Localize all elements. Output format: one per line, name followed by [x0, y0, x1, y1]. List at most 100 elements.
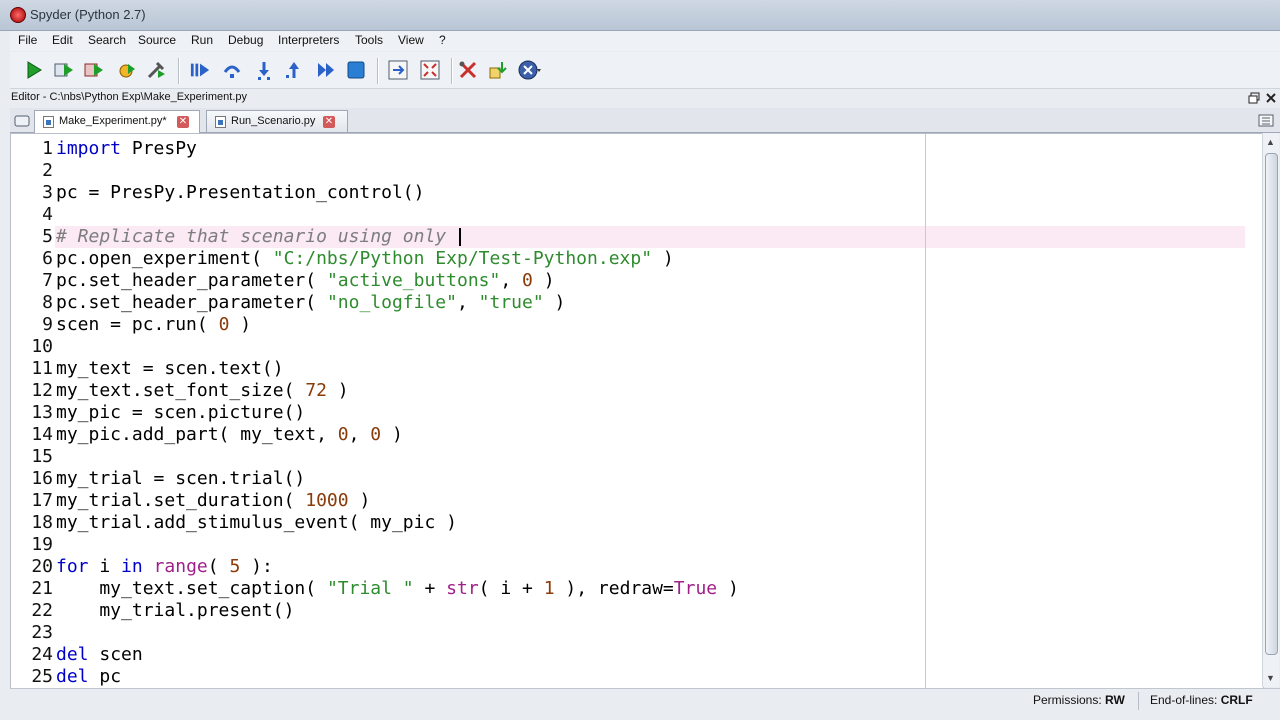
scroll-up-icon[interactable]: ▲: [1266, 137, 1275, 147]
continue-icon[interactable]: [316, 60, 336, 80]
step-over-icon[interactable]: [222, 60, 242, 80]
menu-view[interactable]: View: [398, 33, 424, 47]
tab-make-experiment[interactable]: Make_Experiment.py* ✕: [34, 110, 200, 133]
menu-run[interactable]: Run: [191, 33, 213, 47]
code-line[interactable]: 13 my_pic = scen.picture(): [11, 402, 305, 424]
browse-tabs-icon[interactable]: [14, 114, 30, 127]
code-text: pc.set_header_parameter( "no_logfile", "…: [56, 292, 566, 313]
run-selection-icon[interactable]: [54, 60, 74, 80]
menu-interpreters[interactable]: Interpreters: [278, 33, 339, 47]
close-tab-icon[interactable]: ✕: [323, 116, 335, 128]
line-number: 23: [31, 622, 53, 643]
toolbar-separator: [178, 58, 180, 84]
code-line[interactable]: 8 pc.set_header_parameter( "no_logfile", …: [11, 292, 565, 314]
options-menu-icon[interactable]: [1258, 114, 1274, 127]
code-line[interactable]: 5 # Replicate that scenario using only: [11, 226, 461, 248]
python-file-icon: [43, 116, 54, 128]
eol-status: End-of-lines: CRLF: [1150, 693, 1253, 707]
close-pane-icon[interactable]: [1265, 92, 1277, 104]
line-number: 21: [31, 578, 53, 599]
step-return-icon[interactable]: [284, 60, 304, 80]
main-toolbar: [10, 52, 1280, 89]
code-text: for i in range( 5 ):: [56, 556, 273, 577]
line-number: 25: [31, 666, 53, 687]
code-text: pc = PresPy.Presentation_control(): [56, 182, 425, 203]
run-config-icon[interactable]: [84, 60, 104, 80]
undock-icon[interactable]: [1248, 92, 1260, 104]
code-line[interactable]: 12 my_text.set_font_size( 72 ): [11, 380, 348, 402]
toolbar-separator: [451, 58, 453, 84]
stop-icon[interactable]: [346, 60, 366, 80]
code-line[interactable]: 21 my_text.set_caption( "Trial " + str( …: [11, 578, 739, 600]
menu-search[interactable]: Search: [88, 33, 126, 47]
text-cursor: [458, 228, 461, 246]
permissions-status: Permissions: RW: [1033, 693, 1125, 707]
code-line[interactable]: 25 del pc: [11, 666, 121, 688]
code-line[interactable]: 10: [11, 336, 56, 358]
code-line[interactable]: 17 my_trial.set_duration( 1000 ): [11, 490, 370, 512]
run-icon[interactable]: [24, 60, 44, 80]
line-number: 1: [42, 138, 53, 159]
code-line[interactable]: 3 pc = PresPy.Presentation_control(): [11, 182, 424, 204]
code-line[interactable]: 9 scen = pc.run( 0 ): [11, 314, 251, 336]
code-text: my_pic.add_part( my_text, 0, 0 ): [56, 424, 403, 445]
step-into-icon[interactable]: [254, 60, 274, 80]
tab-label: Make_Experiment.py*: [59, 115, 167, 127]
code-line[interactable]: 6 pc.open_experiment( "C:/nbs/Python Exp/…: [11, 248, 674, 270]
menu-file[interactable]: File: [18, 33, 37, 47]
menu-debug[interactable]: Debug: [228, 33, 263, 47]
menu-help[interactable]: ?: [439, 33, 446, 47]
tab-run-scenario[interactable]: Run_Scenario.py ✕: [206, 110, 348, 132]
line-number: 7: [42, 270, 53, 291]
code-text: del pc: [56, 666, 122, 687]
code-line[interactable]: 24 del scen: [11, 644, 143, 666]
code-line[interactable]: 18 my_trial.add_stimulus_event( my_pic ): [11, 512, 457, 534]
code-text: del scen: [56, 644, 143, 665]
code-line[interactable]: 15: [11, 446, 56, 468]
editor-tabs: Make_Experiment.py* ✕ Run_Scenario.py ✕: [10, 108, 1280, 133]
code-text: my_trial.present(): [56, 600, 295, 621]
code-text: scen = pc.run( 0 ): [56, 314, 252, 335]
menu-edit[interactable]: Edit: [52, 33, 73, 47]
close-all-icon[interactable]: [518, 60, 542, 80]
tools-icon[interactable]: [458, 60, 478, 80]
debug-continue-icon[interactable]: [190, 60, 210, 80]
status-bar: Permissions: RW End-of-lines: CRLF: [10, 688, 1280, 713]
code-line[interactable]: 7 pc.set_header_parameter( "active_button…: [11, 270, 554, 292]
code-line[interactable]: 16 my_trial = scen.trial(): [11, 468, 305, 490]
code-line[interactable]: 22 my_trial.present(): [11, 600, 294, 622]
code-line[interactable]: 11 my_text = scen.text(): [11, 358, 283, 380]
line-number: 12: [31, 380, 53, 401]
code-line[interactable]: 1 import PresPy: [11, 138, 197, 160]
editor-scrollbar[interactable]: ▲ ▼: [1262, 133, 1279, 687]
code-line[interactable]: 19: [11, 534, 56, 556]
python-path-icon[interactable]: [488, 60, 508, 80]
line-number: 16: [31, 468, 53, 489]
toolbar-separator: [377, 58, 379, 84]
close-tab-icon[interactable]: ✕: [177, 116, 189, 128]
code-line[interactable]: 2: [11, 160, 56, 182]
scroll-down-icon[interactable]: ▼: [1266, 673, 1275, 683]
indent-icon[interactable]: [388, 60, 408, 80]
line-number: 18: [31, 512, 53, 533]
line-number: 24: [31, 644, 53, 665]
edge-line: [925, 134, 926, 688]
debug-icon[interactable]: [116, 60, 136, 80]
menu-source[interactable]: Source: [138, 33, 176, 47]
code-editor[interactable]: 1 import PresPy 2 3 pc = PresPy.Presentation…: [10, 133, 1264, 689]
line-number: 2: [42, 160, 53, 181]
code-text: my_text.set_caption( "Trial " + str( i +…: [56, 578, 739, 599]
code-line[interactable]: 14 my_pic.add_part( my_text, 0, 0 ): [11, 424, 403, 446]
configure-icon[interactable]: [146, 60, 166, 80]
code-line[interactable]: 4: [11, 204, 56, 226]
editor-path: Editor - C:\nbs\Python Exp\Make_Experime…: [11, 91, 247, 103]
eol-label: End-of-lines:: [1150, 693, 1218, 707]
fullscreen-icon[interactable]: [420, 60, 440, 80]
code-line[interactable]: 23: [11, 622, 56, 644]
menu-tools[interactable]: Tools: [355, 33, 383, 47]
scroll-thumb[interactable]: [1265, 153, 1278, 655]
code-line[interactable]: 20 for i in range( 5 ):: [11, 556, 273, 578]
